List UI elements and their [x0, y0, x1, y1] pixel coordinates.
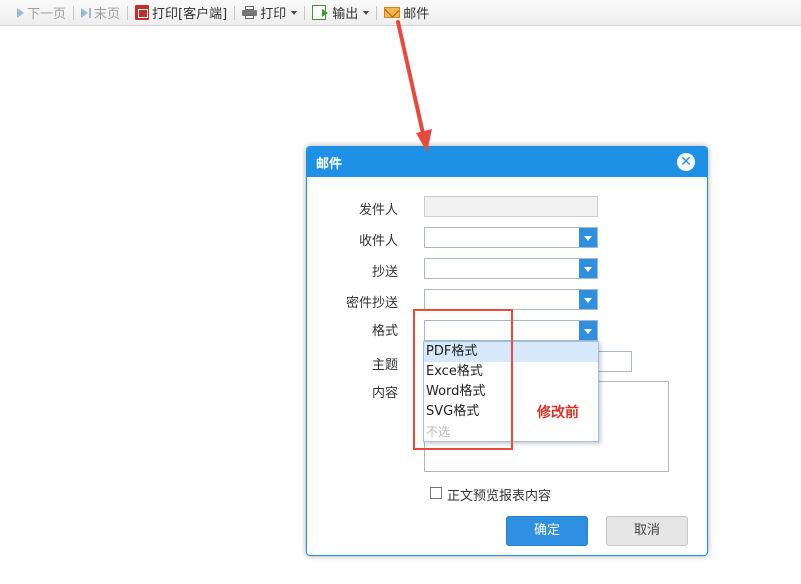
report-toolbar: 下一页 末页 打印[客户端] 打印 输出 邮件 [0, 0, 801, 26]
last-page-button[interactable]: 末页 [78, 2, 123, 24]
chevron-down-icon[interactable] [579, 259, 597, 278]
recipient-combo[interactable] [424, 227, 598, 248]
toolbar-divider [304, 5, 306, 20]
recipient-label: 收件人 [358, 234, 398, 249]
sender-field[interactable] [424, 196, 598, 217]
dialog-title: 邮件 [316, 156, 343, 172]
export-icon [312, 5, 329, 20]
toolbar-divider [73, 5, 75, 20]
format-label: 格式 [371, 324, 398, 339]
chevron-down-icon [363, 10, 370, 15]
subject-label: 主题 [371, 358, 398, 373]
sender-label: 发件人 [358, 203, 398, 218]
cc-label: 抄送 [371, 265, 398, 280]
skip-end-icon [81, 7, 92, 18]
mail-button[interactable]: 邮件 [381, 2, 432, 24]
bcc-combo[interactable] [424, 289, 598, 310]
close-icon[interactable]: ✕ [677, 153, 695, 171]
envelope-icon [384, 7, 401, 18]
export-button[interactable]: 输出 [309, 2, 372, 24]
print-client-button[interactable]: 打印[客户端] [132, 2, 230, 24]
export-label: 输出 [332, 7, 359, 22]
annotation-label: 修改前 [537, 405, 579, 421]
annotation-highlight-box [413, 309, 513, 450]
next-page-button[interactable]: 下一页 [4, 2, 69, 24]
chevron-down-icon[interactable] [579, 290, 597, 309]
chevron-down-icon[interactable] [579, 321, 597, 340]
print-label: 打印 [260, 7, 287, 22]
ok-button[interactable]: 确定 [506, 516, 588, 546]
dialog-header: 邮件 ✕ [307, 147, 707, 177]
print-button[interactable]: 打印 [239, 2, 300, 24]
chevron-down-icon[interactable] [579, 228, 597, 247]
chevron-down-icon [291, 10, 298, 15]
toolbar-divider [376, 5, 378, 20]
last-page-label: 末页 [94, 7, 121, 22]
mail-label: 邮件 [403, 7, 430, 22]
content-label: 内容 [371, 386, 398, 401]
print-client-label: 打印[客户端] [152, 7, 228, 22]
play-icon [17, 7, 24, 18]
cancel-button[interactable]: 取消 [606, 516, 688, 546]
preview-content-label: 正文预览报表内容 [447, 489, 552, 504]
cc-combo[interactable] [424, 258, 598, 279]
next-page-label: 下一页 [27, 7, 67, 22]
printer-icon [242, 6, 258, 19]
toolbar-divider [127, 5, 129, 20]
toolbar-divider [234, 5, 236, 20]
pdf-icon [135, 5, 150, 20]
preview-content-checkbox[interactable] [430, 487, 442, 499]
bcc-label: 密件抄送 [345, 296, 398, 311]
